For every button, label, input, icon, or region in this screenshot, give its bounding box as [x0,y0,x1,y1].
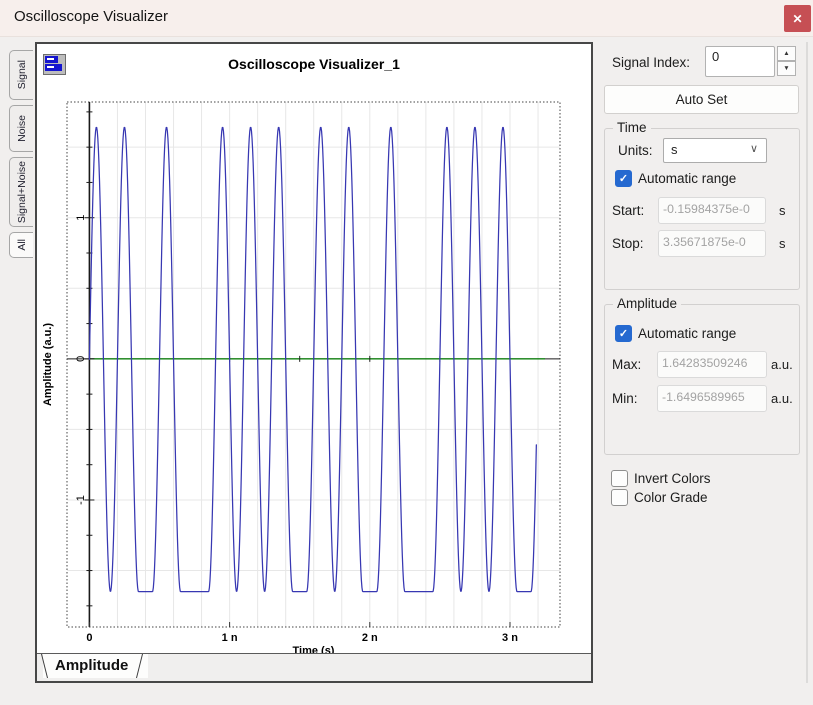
max-unit: a.u. [771,357,793,372]
close-icon: ✕ [792,12,802,26]
tab-amplitude-label: Amplitude [55,657,128,674]
bottom-tab-strip: Amplitude [37,653,591,681]
start-field: -0.15984375e-0 [658,197,766,224]
min-label: Min: [612,391,638,406]
units-label: Units: [618,143,653,158]
svg-text:2 n: 2 n [362,632,378,644]
svg-text:0: 0 [86,632,92,644]
max-field: 1.64283509246 [657,351,767,378]
svg-text:-1: -1 [75,495,87,505]
svg-text:1: 1 [75,215,87,221]
spinner-up-button[interactable]: ▲ [777,46,796,61]
svg-text:0: 0 [75,356,87,362]
invert-colors-label: Invert Colors [634,471,711,486]
titlebar: Oscilloscope Visualizer ✕ [0,0,813,37]
stop-label: Stop: [612,236,644,251]
amplitude-auto-range-checkbox[interactable]: ✓ [615,325,632,342]
close-button[interactable]: ✕ [784,5,811,32]
plot-panel: Oscilloscope Visualizer_1 01 n2 n3 n10-1… [35,42,593,683]
time-auto-range-checkbox[interactable]: ✓ [615,170,632,187]
units-value: s [671,142,678,157]
svg-text:1 n: 1 n [222,632,238,644]
window-title: Oscilloscope Visualizer [14,8,168,25]
signal-index-input[interactable]: 0 [705,46,775,77]
auto-set-button[interactable]: Auto Set [604,85,799,114]
units-dropdown[interactable]: s ∨ [663,138,767,163]
side-tab-all-label: All [16,239,28,251]
min-field: -1.6496589965 [657,385,767,412]
stop-unit: s [779,236,786,251]
side-tab-noise-label: Noise [16,115,28,142]
spinner-down-button[interactable]: ▼ [777,61,796,76]
arrow-down-icon: ▼ [783,65,789,72]
time-auto-range-label: Automatic range [638,171,736,186]
side-tab-signal[interactable]: Signal [9,50,33,100]
svg-text:3 n: 3 n [502,632,518,644]
tab-left-edge [41,654,48,678]
start-label: Start: [612,203,644,218]
tab-right-edge [136,654,143,678]
max-label: Max: [612,357,641,372]
time-group-legend: Time [613,120,651,135]
color-grade-checkbox[interactable] [611,489,628,506]
side-tab-noise[interactable]: Noise [9,105,33,152]
amplitude-group-legend: Amplitude [613,296,681,311]
tab-amplitude[interactable]: Amplitude [43,654,148,678]
signal-index-spinner: ▲ ▼ [777,46,796,77]
start-unit: s [779,203,786,218]
side-tab-signal-label: Signal [16,60,28,89]
amplitude-auto-range-label: Automatic range [638,326,736,341]
chevron-down-icon: ∨ [750,142,758,155]
side-tab-signal-noise[interactable]: Signal+Noise [9,157,33,227]
arrow-up-icon: ▲ [783,50,789,57]
svg-text:Amplitude (a.u.): Amplitude (a.u.) [42,323,54,406]
panel-separator [806,42,808,683]
min-unit: a.u. [771,391,793,406]
signal-index-label: Signal Index: [612,55,690,70]
check-icon: ✓ [619,328,628,340]
color-grade-label: Color Grade [634,490,708,505]
oscilloscope-visualizer-window: Oscilloscope Visualizer ✕ Signal Noise S… [0,0,813,705]
invert-colors-checkbox[interactable] [611,470,628,487]
side-tab-signal-noise-label: Signal+Noise [16,161,28,223]
stop-field: 3.35671875e-0 [658,230,766,257]
oscilloscope-chart[interactable]: 01 n2 n3 n10-1Time (s)Amplitude (a.u.) [37,44,591,654]
check-icon: ✓ [619,173,628,185]
side-tab-all[interactable]: All [9,232,33,258]
